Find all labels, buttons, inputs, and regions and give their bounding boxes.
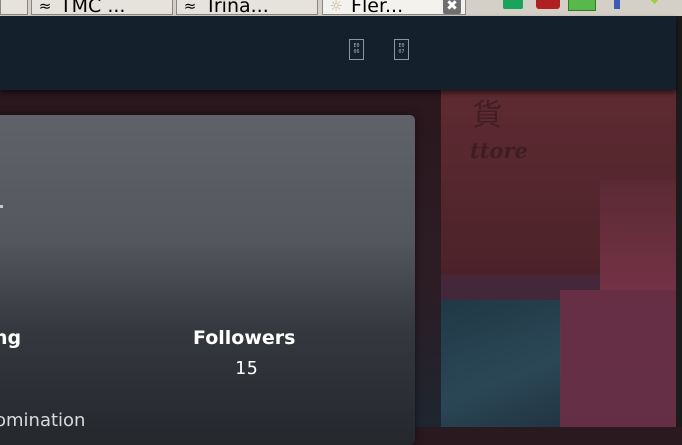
browser-tab-1[interactable]: ≈ TMC ... [31, 0, 173, 15]
sign-word: ttore [470, 138, 528, 163]
followers-count[interactable]: 15 [235, 358, 259, 379]
addon-red-icon[interactable] [536, 0, 560, 9]
browser-tab-3-active[interactable]: ☼ Fler... ✖ [322, 0, 466, 15]
teal-shadow [441, 300, 561, 427]
building-shape [600, 180, 676, 290]
tab-favicon-icon: ≈ [183, 0, 197, 15]
addon-check-icon[interactable] [638, 0, 664, 5]
tab-favicon-icon: ☼ [329, 0, 343, 15]
tab-favicon-icon: ≈ [38, 0, 52, 15]
tab-close-icon[interactable]: ✖ [443, 0, 461, 14]
tab-title: Fler... [351, 0, 404, 15]
profile-card: ng Followers 15 omination [0, 115, 415, 445]
tab-title: TMC ... [60, 0, 126, 15]
browser-tab-strip: ≈ TMC ... ≈ Trina... ☼ Fler... ✖ [0, 0, 682, 17]
profile-description: omination [0, 410, 86, 431]
building-shape [560, 290, 676, 427]
tab-title: Trina... [205, 0, 269, 15]
addon-green-icon[interactable] [503, 0, 523, 9]
scrollbar[interactable] [676, 16, 682, 427]
nav-glyph-icon-a[interactable]: E0 06 [349, 39, 364, 60]
browser-tab-0[interactable] [0, 0, 28, 15]
sign-character: 貨 [472, 98, 502, 133]
addon-facebook-icon[interactable] [614, 0, 620, 9]
card-mark [0, 205, 3, 208]
followers-label[interactable]: Followers [193, 327, 295, 349]
following-label[interactable]: ng [0, 327, 21, 349]
browser-tab-2[interactable]: ≈ Trina... [176, 0, 318, 15]
addon-image-icon[interactable] [568, 0, 596, 11]
top-nav-bar: E0 06 E0 07 [0, 16, 676, 90]
nav-glyph-icon-b[interactable]: E0 07 [394, 39, 409, 60]
